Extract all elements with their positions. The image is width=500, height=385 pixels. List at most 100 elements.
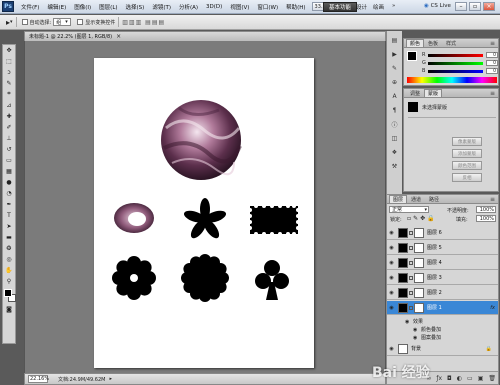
effects-group-row[interactable]: ◉ 效果 [405, 318, 423, 326]
eye-icon[interactable]: ◉ [387, 275, 396, 281]
layer-mask-thumbnail[interactable] [414, 227, 424, 238]
layer-row-background[interactable]: ◉ 背景 🔒 [387, 342, 498, 356]
dodge-tool-icon[interactable]: ◔ [3, 188, 15, 198]
new-layer-icon[interactable]: ▣ [478, 375, 484, 382]
cs-live-menu[interactable]: ◉ CS Live [424, 3, 451, 9]
opacity-field[interactable]: 100% [476, 206, 496, 213]
close-tab-icon[interactable]: × [116, 33, 121, 40]
auto-select-checkbox[interactable] [21, 19, 28, 25]
navigator-panel-icon[interactable]: ◫ [389, 133, 400, 143]
effect-pattern-overlay-row[interactable]: ◉ 图案叠加 [413, 334, 441, 342]
3d-orbit-icon[interactable]: ◎ [3, 254, 15, 264]
add-mask-icon[interactable]: ◘ [447, 375, 452, 382]
invert-button[interactable]: 反相 [452, 173, 482, 182]
eraser-tool-icon[interactable]: ▭ [3, 155, 15, 165]
menu-3d[interactable]: 3D(D) [202, 4, 226, 10]
panel-menu-icon[interactable]: ≡ [490, 40, 495, 47]
workspace-more-icon[interactable]: » [392, 3, 395, 9]
add-mask-button[interactable]: 添加蒙版 [452, 149, 482, 158]
info-panel-icon[interactable]: ⓘ [389, 119, 400, 129]
workspace-essentials-button[interactable]: 基本功能 [323, 2, 358, 12]
fx-icon[interactable]: fx [490, 305, 495, 311]
path-select-icon[interactable]: ➤ [3, 221, 15, 231]
color-range-button[interactable]: 颜色范围 [452, 161, 482, 170]
blend-mode-dropdown[interactable]: 正常 ▾ [389, 206, 429, 213]
lasso-tool-icon[interactable]: ↄ [3, 67, 15, 77]
move-tool-icon[interactable]: ✥ [3, 45, 15, 55]
color-spectrum-bar[interactable] [407, 77, 497, 83]
actions-panel-icon[interactable]: ▶ [389, 49, 400, 59]
layer-row-6[interactable]: ◉ 图层 6 [387, 226, 498, 240]
zoom-tool-icon[interactable]: ⚲ [3, 276, 15, 286]
blur-tool-icon[interactable]: ● [3, 177, 15, 187]
menu-layer[interactable]: 图层(L) [95, 3, 121, 11]
eye-icon[interactable]: ◉ [405, 319, 413, 325]
layer-row-3[interactable]: ◉ 图层 3 [387, 271, 498, 285]
layer-mask-thumbnail[interactable] [414, 302, 424, 313]
eye-icon[interactable]: ◉ [413, 327, 421, 333]
menu-image[interactable]: 图像(I) [70, 3, 95, 11]
workspace-painting-link[interactable]: 绘画 [373, 3, 384, 11]
menu-edit[interactable]: 编辑(E) [43, 3, 70, 11]
show-transform-checkbox[interactable] [77, 19, 84, 25]
layer-row-1[interactable]: ◉ 图层 1 fx [387, 301, 498, 315]
pixel-mask-button[interactable]: 像素蒙版 [452, 137, 482, 146]
3d-panel-icon[interactable]: ❖ [389, 147, 400, 157]
layer-mask-thumbnail[interactable] [414, 287, 424, 298]
canvas[interactable] [94, 58, 314, 368]
paragraph-panel-icon[interactable]: ¶ [389, 105, 400, 115]
hand-tool-icon[interactable]: ✋ [3, 265, 15, 275]
panel-menu-icon[interactable]: ≡ [490, 90, 495, 97]
marquee-tool-icon[interactable]: ⬚ [3, 56, 15, 66]
menu-window[interactable]: 窗口(W) [253, 3, 282, 11]
crop-tool-icon[interactable]: ⌗ [3, 89, 15, 99]
color-swatches[interactable] [3, 288, 16, 304]
clone-stamp-icon[interactable]: ⊥ [3, 133, 15, 143]
eye-icon[interactable]: ◉ [387, 305, 396, 311]
document-tab[interactable]: 未标题-1 @ 22.2% (图层 1, RGB/8) × [24, 31, 386, 41]
add-style-icon[interactable]: ƒx [436, 375, 442, 382]
blue-slider[interactable] [428, 69, 483, 73]
character-panel-icon[interactable]: A [389, 91, 400, 101]
layer-mask-thumbnail[interactable] [414, 242, 424, 253]
menu-view[interactable]: 视图(V) [226, 3, 253, 11]
clone-source-icon[interactable]: ⊕ [389, 77, 400, 87]
healing-brush-icon[interactable]: ✚ [3, 111, 15, 121]
shape-tool-icon[interactable]: ▬ [3, 232, 15, 242]
quick-select-tool-icon[interactable]: ✎ [3, 78, 15, 88]
eye-icon[interactable]: ◉ [387, 245, 396, 251]
restore-icon[interactable]: ▫ [469, 2, 481, 11]
close-icon[interactable]: × [483, 2, 495, 11]
history-panel-icon[interactable]: ▤ [389, 35, 400, 45]
layer-mask-thumbnail[interactable] [414, 257, 424, 268]
adjustment-layer-icon[interactable]: ◐ [457, 375, 462, 382]
align-icons[interactable]: ▥▥▥ ▤▤▤ [122, 19, 165, 26]
tab-layers[interactable]: 图层 [389, 195, 408, 203]
eyedropper-tool-icon[interactable]: ⊿ [3, 100, 15, 110]
layer-row-2[interactable]: ◉ 图层 2 [387, 286, 498, 300]
tab-channels[interactable]: 通道 [407, 195, 425, 203]
auto-select-dropdown[interactable]: 组 ▾ [53, 18, 72, 26]
blue-value-field[interactable]: 0 [486, 68, 498, 74]
menu-analysis[interactable]: 分析(A) [175, 3, 202, 11]
layer-row-5[interactable]: ◉ 图层 5 [387, 241, 498, 255]
3d-rotate-icon[interactable]: ❂ [3, 243, 15, 253]
color-fg-swatch[interactable] [407, 51, 417, 61]
menu-select[interactable]: 选择(S) [122, 3, 149, 11]
tab-masks[interactable]: 蒙版 [424, 89, 443, 97]
new-group-icon[interactable]: ▭ [467, 375, 473, 382]
tab-paths[interactable]: 路径 [425, 195, 443, 203]
quick-mask-icon[interactable]: ◙ [3, 304, 15, 314]
red-value-field[interactable]: 0 [486, 52, 498, 58]
menu-filter[interactable]: 滤镜(T) [148, 3, 175, 11]
brush-tool-icon[interactable]: ✐ [3, 122, 15, 132]
layer-row-4[interactable]: ◉ 图层 4 [387, 256, 498, 270]
status-menu-chevron-icon[interactable]: ▸ [109, 376, 112, 382]
history-brush-icon[interactable]: ↺ [3, 144, 15, 154]
eye-icon[interactable]: ◉ [413, 335, 421, 341]
green-slider[interactable] [428, 61, 483, 65]
minimize-icon[interactable]: – [455, 2, 467, 11]
tab-color[interactable]: 颜色 [406, 39, 425, 47]
green-value-field[interactable]: 0 [486, 60, 498, 66]
workspace-design-link[interactable]: 设计 [356, 3, 367, 11]
